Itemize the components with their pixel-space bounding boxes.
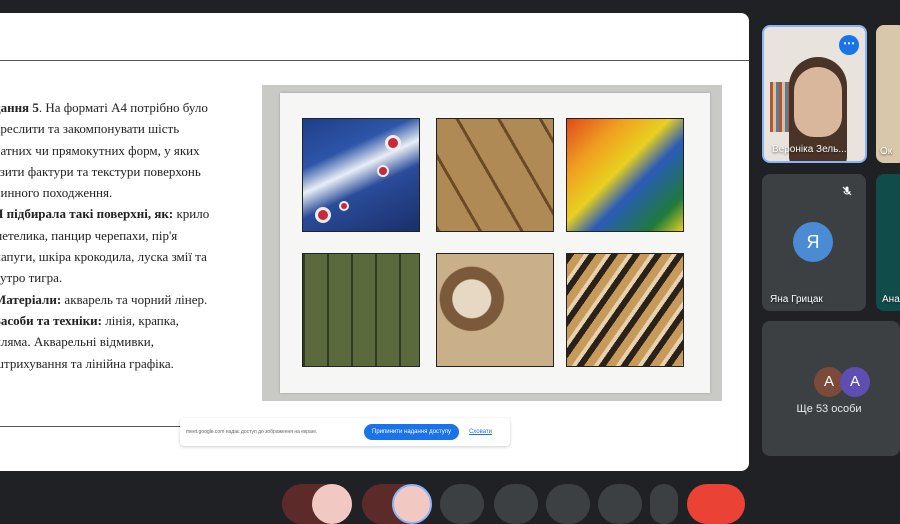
slide-text: дання 5. На форматі А4 потрібно було кре… [0, 97, 245, 374]
slide-line: Засоби та техніки: лінія, крапка, [0, 312, 179, 328]
slide-line: папуги, шкіра крокодила, луска змії та [0, 249, 207, 265]
slide-line: пляма. Акварельні відмивки, [0, 334, 154, 350]
slide-line: азити фактури та текстури поверхонь [0, 163, 201, 179]
avatar: A [840, 367, 870, 397]
crocodile-skin-texture [302, 253, 420, 367]
slide-line: метелика, панцир черепахи, пір'я [0, 227, 178, 243]
slide-line: хутро тигра. [0, 270, 63, 286]
raise-hand-button[interactable] [598, 484, 642, 524]
participant-tile-ana[interactable]: Ана [876, 174, 900, 311]
slide-line: штрихування та лінійна графіка. [0, 355, 174, 371]
participant-name: Ана [882, 294, 900, 305]
participant-tile-veronika[interactable]: ⋯ Вероніка Зель... [762, 25, 867, 163]
slide-line: креслити та закомпонувати шість [0, 121, 180, 137]
captions-button[interactable] [440, 484, 484, 524]
participant-tile-ok[interactable]: Ок [876, 25, 900, 163]
reaction-button[interactable] [312, 484, 352, 524]
mic-off-icon [838, 182, 856, 200]
participant-name: Ок [880, 146, 893, 157]
parrot-feathers-texture [566, 118, 684, 232]
tiger-fur-texture [566, 253, 684, 367]
emoji-button[interactable] [494, 484, 538, 524]
more-options-button[interactable] [650, 484, 678, 524]
participant-face [794, 67, 842, 137]
stop-sharing-button[interactable]: Припинити надання доступу [364, 424, 459, 440]
participant-name: Вероніка Зель... [772, 144, 847, 155]
participant-tile-yana[interactable]: Я Яна Грицак [762, 174, 866, 311]
slide-line: дання 5. На форматі А4 потрібно було [0, 100, 208, 115]
slide-line: Матеріали: акварель та чорний лінер. [0, 291, 208, 307]
leave-call-button[interactable] [687, 484, 745, 524]
others-tile[interactable]: A A Ще 53 особи [762, 321, 900, 456]
snake-scale-texture [436, 253, 554, 367]
slide-line: ринного походження. [0, 185, 113, 201]
avatar: Я [793, 222, 833, 262]
slide-line: Я підбирала такі поверхні, як: крило [0, 206, 210, 222]
artwork-paper [280, 93, 710, 393]
present-button[interactable] [392, 484, 432, 524]
turtle-shell-texture [436, 118, 554, 232]
more-options-icon[interactable]: ⋯ [839, 35, 859, 55]
hide-notification-link[interactable]: Сховати [469, 429, 492, 435]
artwork-photo [262, 85, 722, 401]
slide-divider-top [0, 60, 749, 61]
slide-divider-bottom [0, 426, 180, 427]
butterfly-wing-texture [302, 118, 420, 232]
presentation-stage: дання 5. На форматі А4 потрібно було кре… [0, 13, 749, 471]
participant-name: Яна Грицак [770, 294, 823, 305]
share-message: meet.google.com надає доступ до зображен… [186, 429, 318, 435]
share-screen-button[interactable] [546, 484, 590, 524]
more-participants-label: Ще 53 особи [796, 403, 862, 415]
screen-share-notification: meet.google.com надає доступ до зображен… [180, 418, 510, 446]
slide-line: ратних чи прямокутних форм, у яких [0, 142, 200, 158]
